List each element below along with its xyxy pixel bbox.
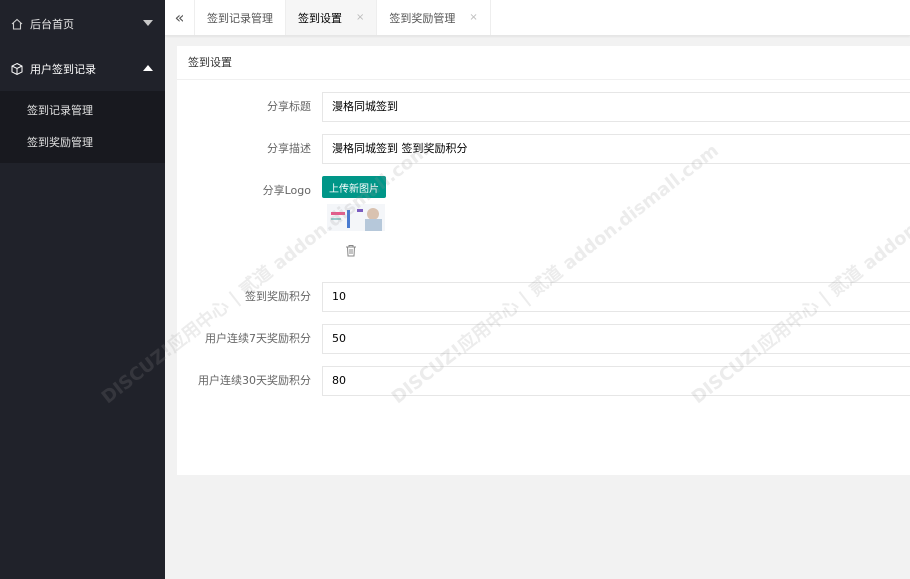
chevron-up-icon <box>143 65 153 71</box>
share-desc-input[interactable]: 漫格同城签到 签到奖励积分 <box>322 134 910 164</box>
sidebar-subnav: 签到记录管理 签到奖励管理 <box>0 91 165 163</box>
close-icon[interactable]: × <box>356 12 364 23</box>
cube-icon <box>11 62 23 76</box>
tab-signin-settings[interactable]: 签到设置 × <box>286 0 378 35</box>
logo-thumbnail <box>327 204 385 231</box>
streak7-points-input[interactable]: 50 <box>322 324 910 354</box>
sidebar-group-signin-records[interactable]: 用户签到记录 <box>0 47 165 91</box>
sidebar-item-home-label: 后台首页 <box>30 17 74 31</box>
tab-bar: « 签到记录管理 签到设置 × 签到奖励管理 × <box>165 0 910 36</box>
tab-label: 签到记录管理 <box>207 11 273 25</box>
trash-icon[interactable] <box>345 244 357 257</box>
reward-points-input[interactable]: 10 <box>322 282 910 312</box>
collapse-sidebar-icon[interactable]: « <box>165 0 195 35</box>
sidebar-item-home[interactable]: 后台首页 <box>0 0 165 47</box>
chevron-down-icon <box>143 20 153 26</box>
sidebar: 后台首页 用户签到记录 签到记录管理 签到奖励管理 <box>0 0 165 579</box>
sidebar-item-signin-rewards[interactable]: 签到奖励管理 <box>0 127 165 159</box>
share-title-input[interactable]: 漫格同城签到 <box>322 92 910 122</box>
panel-title: 签到设置 <box>177 46 910 80</box>
close-icon[interactable]: × <box>469 12 477 23</box>
reward-points-label: 签到奖励积分 <box>245 290 311 303</box>
share-desc-label: 分享描述 <box>267 142 311 155</box>
sidebar-item-signin-records[interactable]: 签到记录管理 <box>0 95 165 127</box>
tab-signin-records[interactable]: 签到记录管理 <box>195 0 286 35</box>
sidebar-group-label: 用户签到记录 <box>30 63 96 76</box>
tab-label: 签到奖励管理 <box>389 11 456 25</box>
streak7-points-label: 用户连续7天奖励积分 <box>205 332 311 345</box>
tab-label: 签到设置 <box>298 11 342 25</box>
streak30-points-input[interactable]: 80 <box>322 366 910 396</box>
upload-image-button[interactable]: 上传新图片 <box>322 176 386 198</box>
home-icon <box>11 18 23 30</box>
share-title-label: 分享标题 <box>267 100 311 113</box>
share-logo-label: 分享Logo <box>262 184 311 197</box>
streak30-points-label: 用户连续30天奖励积分 <box>198 374 311 387</box>
settings-panel: 签到设置 分享标题 漫格同城签到 分享描述 漫格同城签到 签到奖励积分 分享Lo… <box>177 46 910 475</box>
tab-signin-rewards[interactable]: 签到奖励管理 × <box>377 0 491 35</box>
